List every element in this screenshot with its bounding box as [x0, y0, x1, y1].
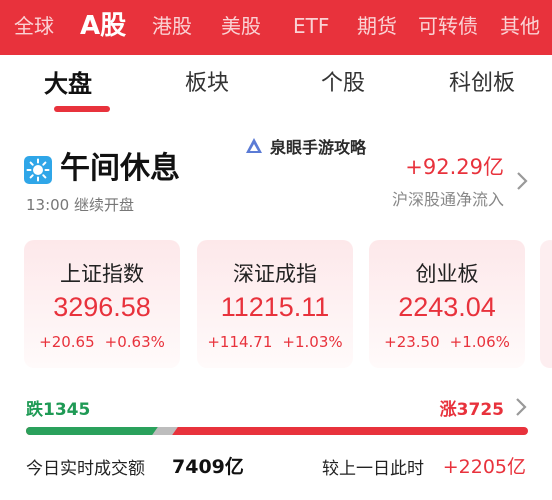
index-name: 深证成指 — [233, 262, 317, 286]
chevron-right-icon[interactable] — [513, 396, 529, 418]
breadth-bar-divider — [152, 427, 178, 435]
breadth-bar-decliners — [26, 427, 159, 435]
active-tab-indicator — [54, 106, 110, 112]
watermark-logo-icon — [246, 138, 262, 153]
index-change-points: +23.50 — [384, 333, 440, 351]
index-change-percent: +0.63% — [104, 333, 165, 351]
index-price: 2243.04 — [398, 292, 496, 322]
session-status-title: 午间休息 — [60, 151, 180, 186]
turnover-label: 今日实时成交额 — [26, 459, 145, 479]
chevron-right-icon[interactable] — [513, 170, 531, 192]
tab-market-overview[interactable]: 大盘 — [44, 67, 92, 101]
decliners-count: 跌1345 — [26, 400, 91, 420]
breadth-bar — [26, 427, 528, 435]
market-tab-hk[interactable]: 港股 — [152, 0, 192, 52]
sun-icon — [24, 156, 52, 184]
index-change: +23.50 +1.06% — [369, 333, 525, 351]
index-change-percent: +1.06% — [449, 333, 510, 351]
index-change-percent: +1.03% — [282, 333, 343, 351]
northbound-flow-value[interactable]: +92.29亿 — [405, 151, 504, 181]
index-name: 上证指数 — [60, 262, 144, 286]
index-price: 3296.58 — [53, 292, 151, 322]
next-index-card-peek[interactable] — [540, 240, 552, 368]
market-tab-etf[interactable]: ETF — [293, 0, 329, 52]
index-price: 11215.11 — [220, 292, 330, 322]
market-tab-bar: 全球 A股 港股 美股 ETF 期货 可转债 其他 — [0, 0, 552, 55]
tab-star-market[interactable]: 科创板 — [449, 67, 515, 101]
market-tab-global[interactable]: 全球 — [14, 0, 54, 52]
index-card-szse[interactable]: 深证成指 11215.11 +114.71 +1.03% — [197, 240, 353, 368]
market-tab-a-shares[interactable]: A股 — [80, 0, 126, 52]
market-tab-us[interactable]: 美股 — [221, 0, 261, 52]
turnover-compare-value: +2205亿 — [442, 456, 526, 478]
index-change: +114.71 +1.03% — [197, 333, 353, 351]
turnover-compare-label: 较上一日此时 — [322, 459, 424, 479]
advancers-count[interactable]: 涨3725 — [440, 395, 504, 420]
index-name: 创业板 — [415, 262, 479, 286]
northbound-flow-label[interactable]: 沪深股通净流入 — [392, 186, 504, 210]
index-change-points: +114.71 — [207, 333, 273, 351]
market-tab-convertible[interactable]: 可转债 — [418, 0, 478, 52]
index-change-points: +20.65 — [39, 333, 95, 351]
market-tab-other[interactable]: 其他 — [500, 0, 540, 52]
market-tab-futures[interactable]: 期货 — [357, 0, 397, 52]
sub-tab-bar: 大盘 板块 个股 科创板 — [0, 55, 552, 117]
tab-stocks[interactable]: 个股 — [321, 67, 365, 101]
watermark: 泉眼手游攻略 — [244, 134, 366, 158]
watermark-text: 泉眼手游攻略 — [270, 138, 367, 157]
session-resume-time: 13:00 继续开盘 — [26, 196, 134, 214]
turnover-value: 7409亿 — [172, 456, 244, 478]
index-card-chinext[interactable]: 创业板 2243.04 +23.50 +1.06% — [369, 240, 525, 368]
index-card-sse[interactable]: 上证指数 3296.58 +20.65 +0.63% — [24, 240, 180, 368]
tab-sectors[interactable]: 板块 — [185, 67, 229, 101]
index-change: +20.65 +0.63% — [24, 333, 180, 351]
